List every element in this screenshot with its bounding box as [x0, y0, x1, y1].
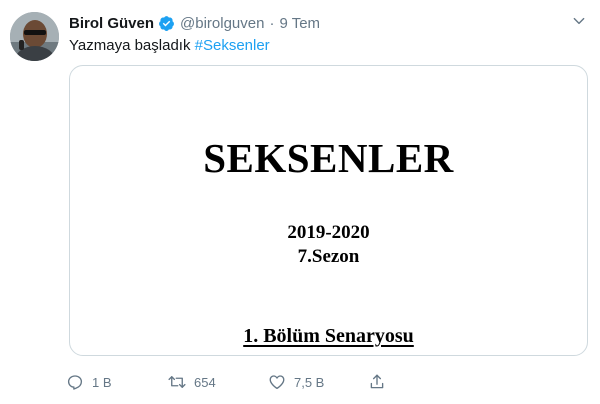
tweet-media-image[interactable]: SEKSENLER 2019-2020 7.Sezon 1. Bölüm Sen…: [69, 65, 588, 356]
display-name[interactable]: Birol Güven: [69, 15, 154, 32]
handle[interactable]: @birolguven: [180, 15, 264, 32]
reply-button[interactable]: 1 B: [62, 369, 112, 395]
hashtag-link[interactable]: #Seksenler: [195, 37, 270, 54]
document-title: SEKSENLER: [203, 135, 454, 181]
verified-badge-icon: [158, 15, 175, 32]
retweet-button[interactable]: 654: [164, 369, 216, 395]
reply-icon: [62, 369, 88, 395]
document-episode-text: 1. Bölüm Senaryosu: [243, 325, 414, 347]
retweet-icon: [164, 369, 190, 395]
tweet-text: Yazmaya başladık #Seksenler: [69, 36, 270, 56]
share-button[interactable]: [364, 369, 390, 395]
share-icon: [364, 369, 390, 395]
retweet-count: 654: [194, 374, 216, 390]
document-years: 2019-2020: [287, 222, 370, 243]
tweet[interactable]: Birol Güven @birolguven · 9 Tem Yazmaya …: [0, 0, 600, 404]
tweet-actions: 1 B 654 7,5 B: [62, 369, 392, 395]
like-button[interactable]: 7,5 B: [264, 369, 324, 395]
document-season: 7.Sezon: [297, 246, 360, 267]
heart-icon: [264, 369, 290, 395]
document-episode-heading: 1. Bölüm Senaryosu: [70, 325, 587, 348]
avatar-photo: [10, 12, 59, 61]
chevron-down-icon[interactable]: [568, 10, 590, 32]
like-count: 7,5 B: [294, 374, 325, 390]
separator-dot: ·: [269, 14, 275, 32]
tweet-text-plain: Yazmaya başladık: [69, 37, 191, 54]
timestamp[interactable]: 9 Tem: [279, 15, 320, 32]
reply-count: 1 B: [92, 374, 112, 390]
tweet-header: Birol Güven @birolguven · 9 Tem: [69, 13, 320, 33]
avatar[interactable]: [10, 12, 59, 61]
